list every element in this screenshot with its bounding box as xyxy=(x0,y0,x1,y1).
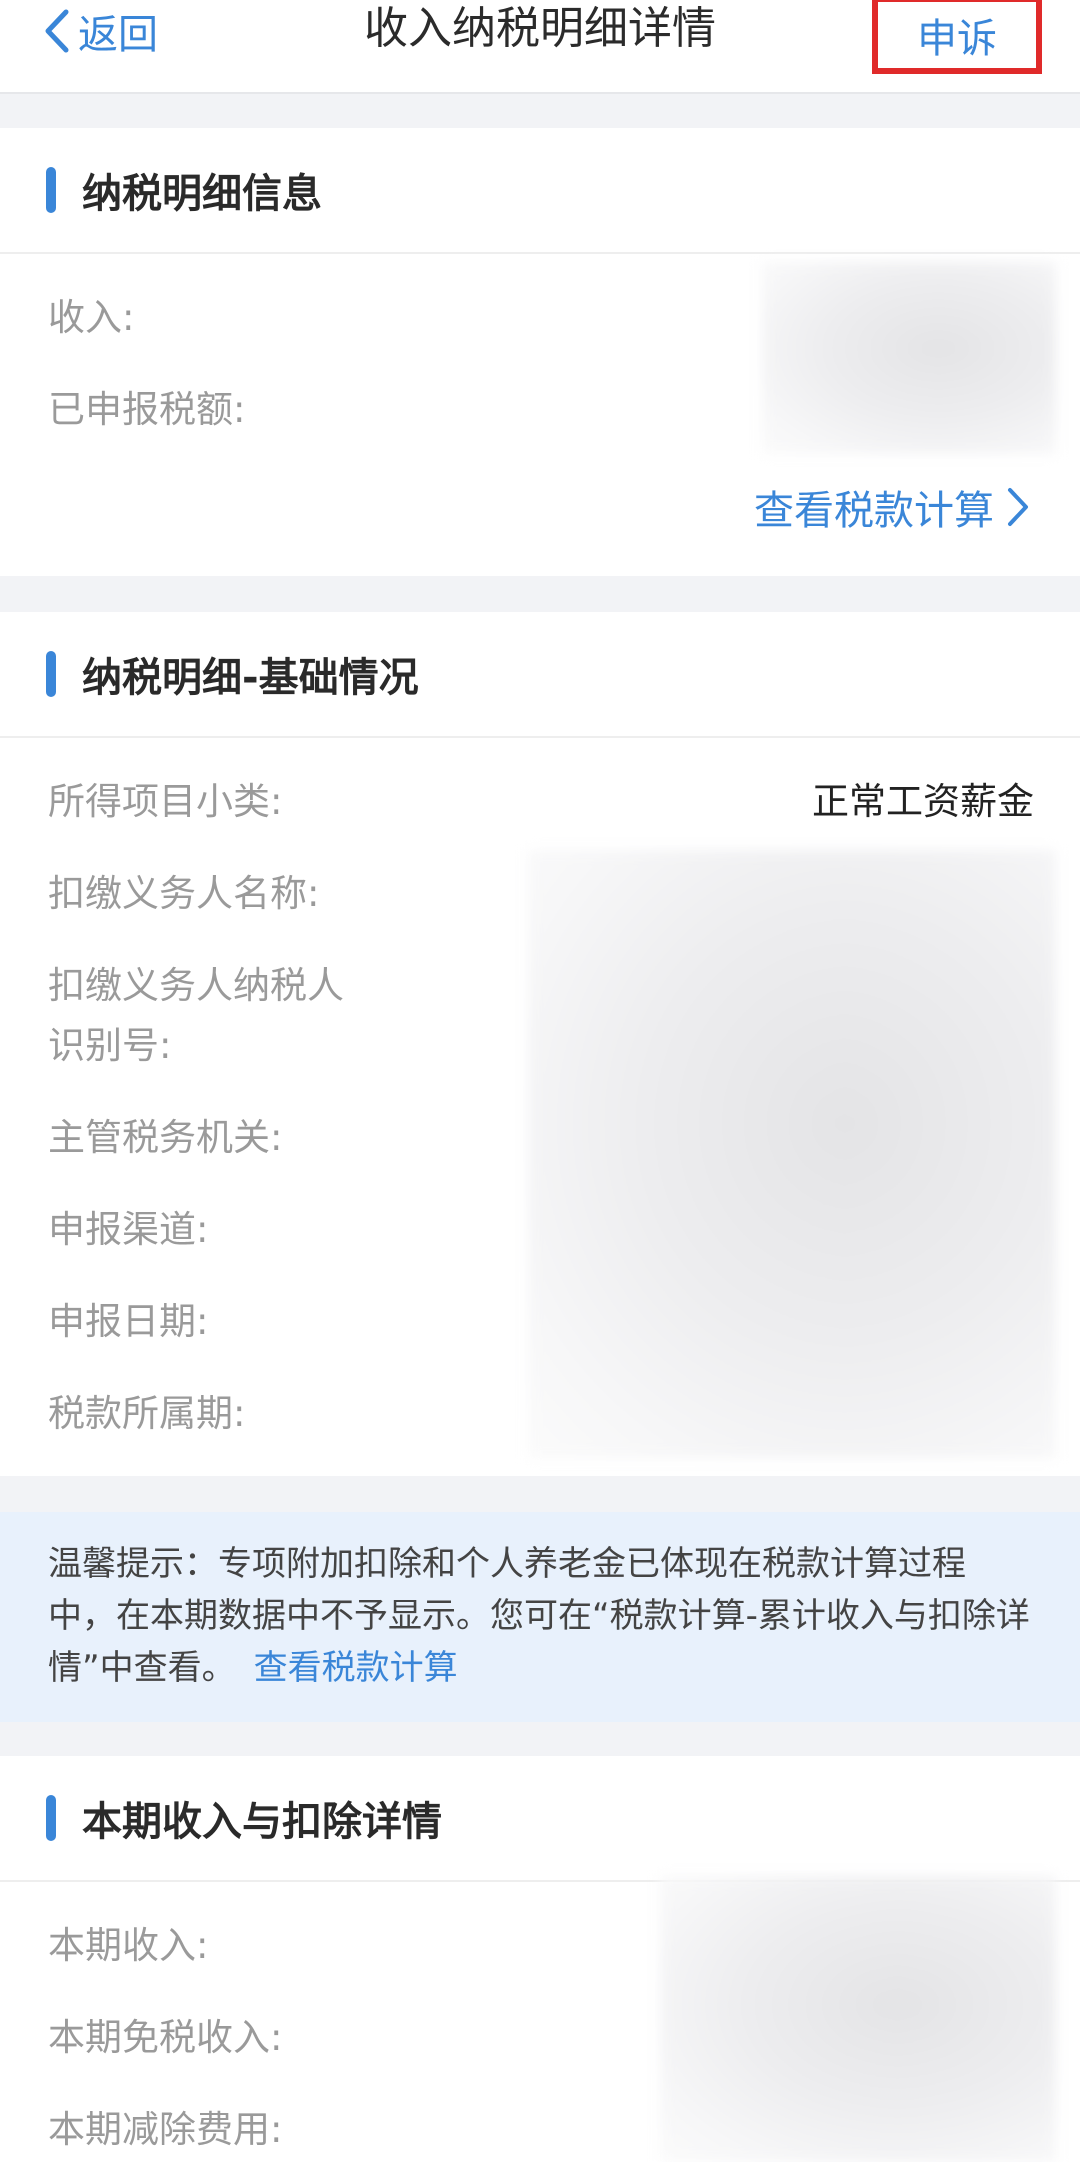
appeal-button[interactable]: 申诉 xyxy=(872,0,1042,74)
income-label: 收入: xyxy=(48,296,135,339)
chevron-right-icon xyxy=(1008,488,1028,526)
redacted-values xyxy=(528,850,1056,1458)
period-deduction-label: 本期减除费用: xyxy=(48,2108,283,2151)
redacted-values xyxy=(762,262,1056,454)
withholding-agent-name-label: 扣缴义务人名称: xyxy=(48,872,320,915)
section-accent-bar xyxy=(46,651,56,697)
section-accent-bar xyxy=(46,167,56,213)
declared-tax-label: 已申报税额: xyxy=(48,388,246,431)
income-subcategory-value: 正常工资薪金 xyxy=(812,780,1034,823)
tax-authority-label: 主管税务机关: xyxy=(48,1116,283,1159)
appeal-label: 申诉 xyxy=(917,16,997,62)
withholding-agent-taxid-label-line2: 识别号: xyxy=(48,1024,172,1067)
tax-period-label: 税款所属期: xyxy=(48,1392,246,1435)
section-accent-bar xyxy=(46,1795,56,1841)
section-header: 本期收入与扣除详情 xyxy=(0,1756,1080,1882)
filing-channel-label: 申报渠道: xyxy=(48,1208,209,1251)
section-title: 纳税明细-基础情况 xyxy=(82,655,419,701)
income-subcategory-label: 所得项目小类: xyxy=(48,780,283,823)
section-header: 纳税明细-基础情况 xyxy=(0,612,1080,738)
tax-detail-card: 纳税明细信息 收入: 已申报税额: 查看税款计算 xyxy=(0,128,1080,576)
redacted-values xyxy=(660,1876,1056,2162)
income-subcategory-row: 所得项目小类: 正常工资薪金 xyxy=(48,772,1034,832)
view-tax-calculation-link[interactable]: 查看税款计算 xyxy=(754,478,1030,536)
section-title: 纳税明细信息 xyxy=(82,171,322,217)
period-income-label: 本期收入: xyxy=(48,1924,209,1967)
income-deduction-card: 本期收入与扣除详情 本期收入: 本期免税收入: 本期减除费用: xyxy=(0,1756,1080,2162)
section-title: 本期收入与扣除详情 xyxy=(82,1799,442,1845)
tip-view-tax-calculation-link[interactable]: 查看税款计算 xyxy=(254,1648,458,1688)
period-taxfree-income-label: 本期免税收入: xyxy=(48,2016,283,2059)
withholding-agent-taxid-label-line1: 扣缴义务人纳税人 xyxy=(48,964,344,1007)
filing-date-label: 申报日期: xyxy=(48,1300,209,1343)
section-header: 纳税明细信息 xyxy=(0,128,1080,254)
tip-text: 温馨提示：专项附加扣除和个人养老金已体现在税款计算过程中，在本期数据中不予显示。… xyxy=(48,1544,1030,1688)
view-tax-calculation-label: 查看税款计算 xyxy=(754,488,994,534)
tip-banner: 温馨提示：专项附加扣除和个人养老金已体现在税款计算过程中，在本期数据中不予显示。… xyxy=(0,1512,1080,1722)
nav-bar: 返回 收入纳税明细详情 申诉 xyxy=(0,0,1080,94)
basic-info-card: 纳税明细-基础情况 所得项目小类: 正常工资薪金 扣缴义务人名称: 扣缴义务人纳… xyxy=(0,612,1080,1476)
